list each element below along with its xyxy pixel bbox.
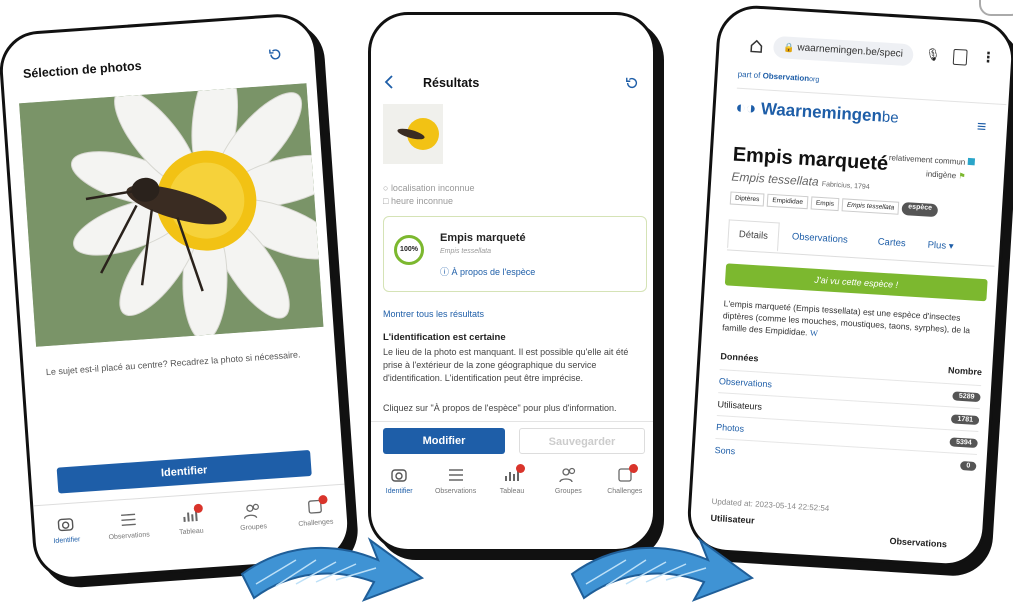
notification-badge	[515, 464, 525, 473]
photo-thumbnail[interactable]	[383, 104, 443, 164]
nav-challenges[interactable]: Challenges	[597, 464, 653, 495]
taxonomy-breadcrumb: Diptères Empididae Empis Empis tessellat…	[729, 191, 939, 218]
nav-groupes[interactable]: Groupes	[540, 466, 596, 495]
stats-table: Données Nombre Observations 5289 Utilisa…	[714, 347, 982, 477]
nav-challenges[interactable]: Challenges	[286, 494, 344, 529]
url-bar[interactable]: 🔒 waarnemingen.be/speci	[772, 35, 914, 67]
notification-badge	[628, 464, 638, 473]
certainty-heading: L'identification est certaine	[383, 332, 506, 343]
status-native: indigène ⚑	[925, 169, 966, 181]
row-sounds-link[interactable]: Sons	[714, 445, 735, 456]
flow-arrow-icon	[570, 537, 755, 602]
nav-observations[interactable]: Observations	[99, 509, 157, 542]
species-name: Empis marqueté	[440, 232, 526, 244]
more-menu-icon[interactable]: ⋮	[981, 49, 996, 67]
certainty-body: Le lieu de la photo est manquant. Il est…	[383, 347, 629, 383]
species-latin: Empis tessellata	[440, 248, 491, 255]
rank-badge: espèce	[901, 201, 939, 218]
crop-prompt: Le sujet est-il placé au centre? Recadre…	[45, 349, 301, 378]
taxon-order[interactable]: Diptères	[729, 191, 765, 207]
modify-button[interactable]: Modifier	[383, 428, 505, 454]
about-species-link[interactable]: ⓘ À propos de l'espèce	[440, 265, 535, 278]
result-card[interactable]: 100% Empis marqueté Empis tessellata ⓘ À…	[383, 216, 647, 292]
wikipedia-link[interactable]: W	[810, 328, 819, 338]
count-badge: 5289	[952, 390, 981, 402]
lock-icon: 🔒	[783, 42, 795, 54]
taxon-genus[interactable]: Empis	[810, 196, 840, 212]
status-square	[967, 157, 975, 166]
row-observations-link[interactable]: Observations	[719, 376, 773, 389]
updated-timestamp: Updated at: 2023-05-14 22:52:54	[711, 496, 830, 514]
footer-observations-header: Observations	[889, 535, 948, 550]
taxon-family[interactable]: Empididae	[766, 193, 809, 210]
tab-maps[interactable]: Cartes	[877, 237, 906, 250]
users-icon	[559, 467, 576, 483]
phone-results: Résultats ○ localisation inconnue □ heur…	[368, 12, 656, 552]
count-badge: 1781	[951, 413, 980, 425]
list-icon	[448, 469, 463, 481]
count-badge: 0	[960, 460, 977, 471]
bottom-nav: Identifier Observations Tableau Groupes …	[371, 464, 653, 495]
binoculars-icon: ◐◑	[735, 97, 757, 118]
users-icon	[244, 503, 260, 519]
save-button[interactable]: Sauvegarder	[519, 428, 645, 454]
phone-photo-selection: Sélection de photos Le sujet est-il plac…	[0, 11, 353, 583]
microphone-icon[interactable]: 🎙	[925, 47, 941, 62]
tab-bar: Détails Observations Cartes Plus ▾	[726, 219, 997, 267]
nav-tableau[interactable]: Tableau	[484, 464, 540, 495]
photo-crop-area[interactable]	[19, 83, 324, 347]
page-title: Sélection de photos	[22, 58, 143, 82]
species-description: L'empis marqueté (Empis tessellata) est …	[721, 298, 971, 339]
status-common: relativement commun	[889, 153, 975, 167]
row-users-label: Utilisateurs	[717, 399, 763, 412]
show-all-results-link[interactable]: Montrer tous les résultats	[383, 308, 484, 321]
nav-observations[interactable]: Observations	[428, 466, 484, 495]
flow-arrow-icon	[240, 537, 425, 602]
nav-identifier[interactable]: Identifier	[371, 466, 427, 495]
time-info: □ heure inconnue	[383, 196, 453, 206]
notification-badge	[317, 494, 328, 505]
part-of-banner[interactable]: part of Observationorg	[737, 70, 819, 84]
tab-more[interactable]: Plus ▾	[927, 240, 954, 253]
count-badge: 5394	[949, 436, 978, 448]
identify-icon	[57, 518, 74, 532]
seen-species-button[interactable]: J'ai vu cette espèce !	[724, 263, 988, 302]
phone-species-page: 🔒 waarnemingen.be/speci 🎙 ⋮ part of Obse…	[685, 3, 1013, 569]
row-photos-link[interactable]: Photos	[716, 422, 745, 434]
site-logo[interactable]: ◐◑ Waarnemingenbe	[735, 98, 899, 128]
home-icon[interactable]	[749, 38, 764, 53]
refresh-icon[interactable]	[625, 76, 639, 90]
confidence-ring: 100%	[394, 235, 424, 265]
nav-groupes[interactable]: Groupes	[224, 500, 282, 533]
divider	[371, 421, 653, 422]
refresh-icon[interactable]	[268, 47, 283, 62]
list-icon	[120, 513, 136, 526]
identify-button[interactable]: Identifier	[56, 449, 312, 494]
notification-badge	[193, 503, 204, 514]
daisy-fly-photo	[19, 83, 324, 347]
page-title: Résultats	[423, 76, 480, 90]
tab-details[interactable]: Détails	[727, 219, 780, 252]
nav-identifier[interactable]: Identifier	[37, 513, 95, 546]
daisy-fly-thumbnail	[383, 104, 443, 164]
tabs-icon[interactable]	[952, 48, 968, 66]
tab-observations[interactable]: Observations	[792, 231, 849, 245]
corner-decoration	[979, 0, 1013, 16]
location-info: ○ localisation inconnue	[383, 183, 475, 193]
flag-icon: ⚑	[958, 171, 966, 181]
hint-text: Cliquez sur "À propos de l'espèce" pour …	[383, 403, 617, 413]
identify-icon	[391, 469, 407, 482]
footer-user-header: Utilisateur	[710, 512, 755, 526]
back-icon[interactable]	[383, 75, 395, 89]
taxon-species[interactable]: Empis tessellata	[841, 198, 900, 215]
hamburger-menu-icon[interactable]: ≡	[976, 118, 986, 137]
nav-tableau[interactable]: Tableau	[162, 503, 220, 538]
